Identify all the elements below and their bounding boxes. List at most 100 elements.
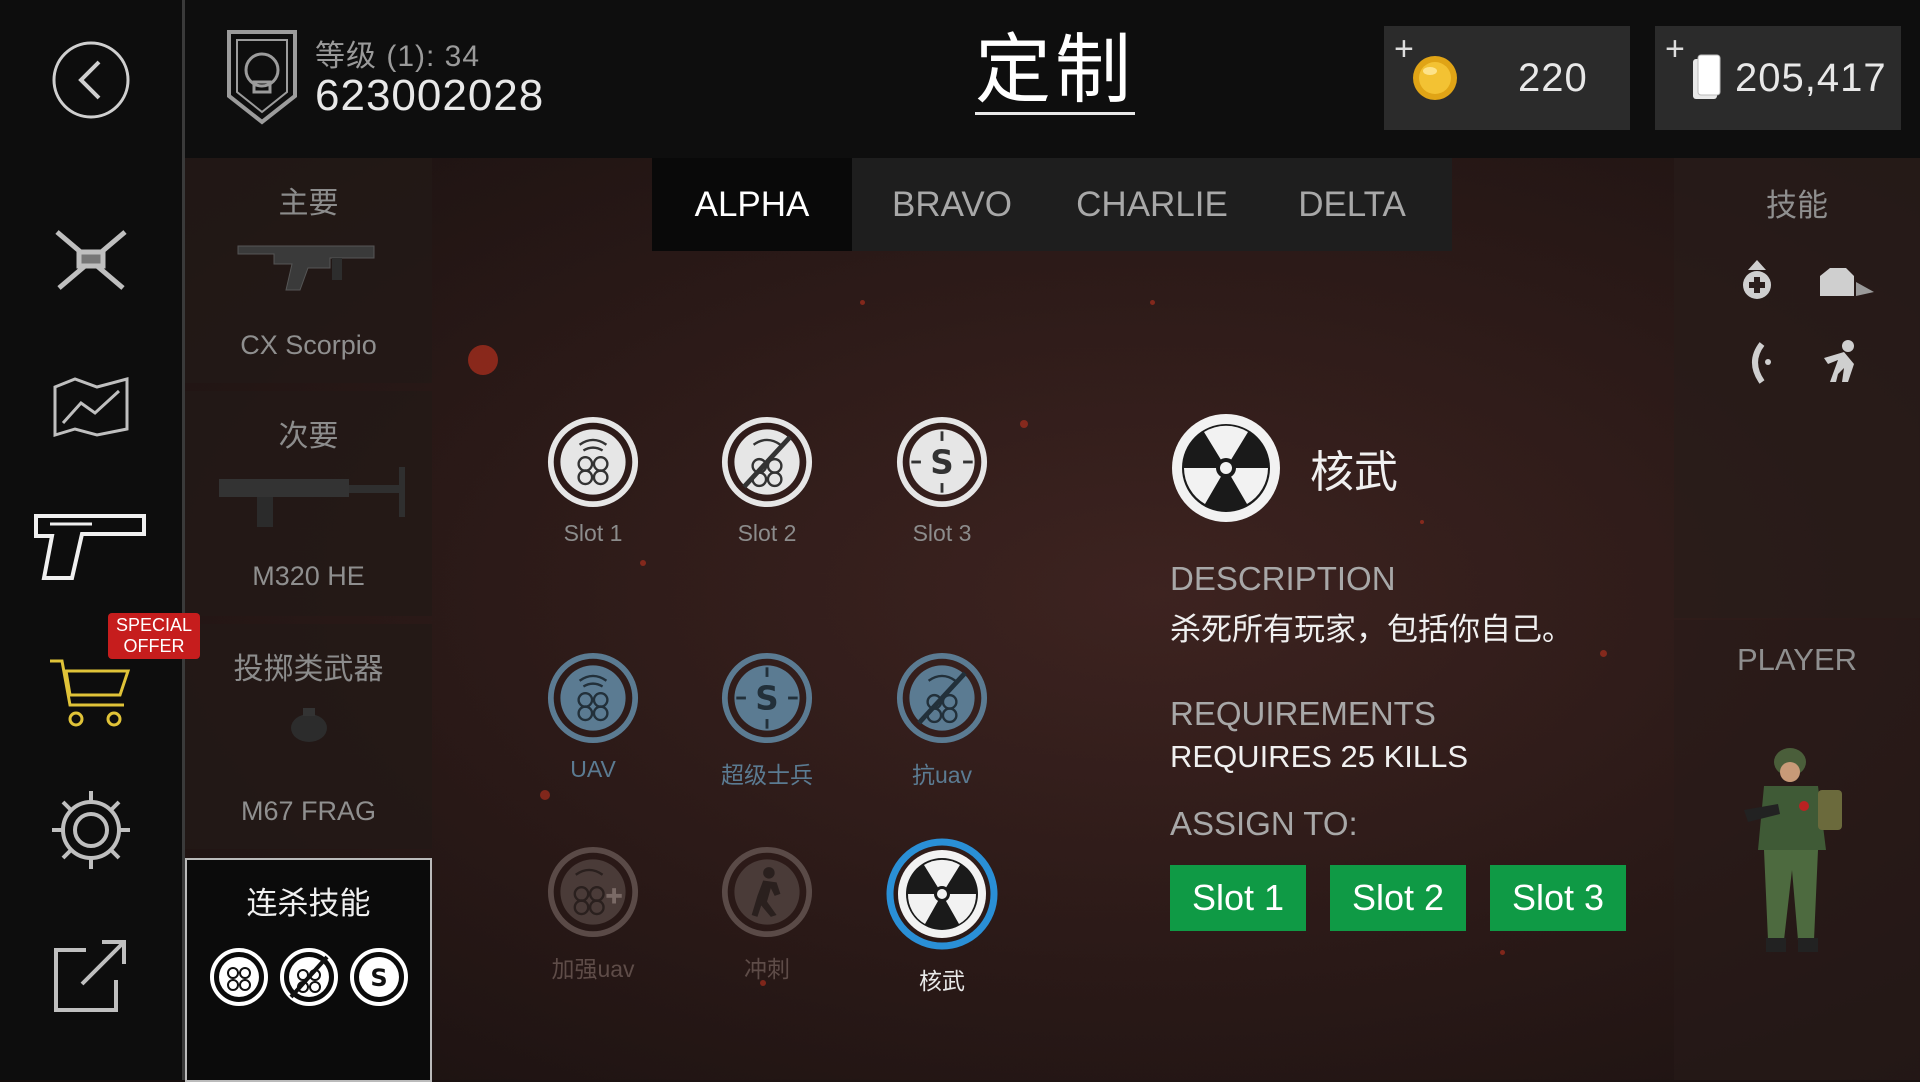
- super-soldier-icon: S: [896, 416, 988, 508]
- skill-armor-icon: [1816, 262, 1876, 303]
- svg-text:S: S: [930, 444, 953, 482]
- equipped-slot-3[interactable]: S Slot 3: [872, 416, 1012, 547]
- card-balance[interactable]: + 205,417: [1655, 26, 1901, 130]
- perk-label: UAV: [570, 756, 616, 782]
- perk-label: 抗uav: [911, 762, 973, 788]
- nav-settings-button[interactable]: [0, 780, 182, 880]
- assign-slot-2-button[interactable]: Slot 2: [1330, 865, 1466, 931]
- perk-label: 加强uav: [551, 956, 635, 982]
- anti-uav-icon: [721, 416, 813, 508]
- assign-heading: ASSIGN TO:: [1170, 805, 1358, 842]
- primary-weapon-slot[interactable]: 主要 CX Scorpio: [185, 158, 432, 383]
- nuke-icon: [1172, 414, 1280, 522]
- page-title: 定制: [975, 25, 1135, 115]
- skills-panel[interactable]: 技能: [1674, 158, 1920, 618]
- back-button[interactable]: [0, 30, 182, 130]
- tab-charlie[interactable]: CHARLIE: [1052, 158, 1252, 251]
- tab-alpha[interactable]: ALPHA: [652, 158, 852, 251]
- perk-label: Slot 2: [737, 520, 797, 546]
- tab-delta[interactable]: DELTA: [1252, 158, 1452, 251]
- nuke-icon: [886, 838, 998, 950]
- back-arrow-icon: [52, 41, 130, 119]
- player-title: PLAYER: [1736, 642, 1858, 677]
- special-offer-badge[interactable]: SPECIAL OFFER: [108, 613, 200, 659]
- card-amount: 205,417: [1735, 55, 1887, 100]
- rank-emblem-icon: [227, 30, 297, 125]
- killstreak-slot[interactable]: 连杀技能 S: [185, 858, 432, 1082]
- slot-category: 连杀技能: [246, 886, 371, 921]
- skill-sound-icon: [1744, 340, 1774, 391]
- add-coins-button[interactable]: +: [1394, 30, 1414, 69]
- top-header: 等级 (1): 34 623002028 定制 + 220 + 205,417: [185, 0, 1920, 158]
- skill-health-icon: [1740, 258, 1774, 307]
- description-heading: DESCRIPTION: [1170, 560, 1396, 597]
- soldier-avatar: [1744, 748, 1842, 952]
- anti-uav-icon: [896, 652, 988, 744]
- add-cards-button[interactable]: +: [1665, 30, 1685, 69]
- svg-text:S: S: [755, 680, 778, 718]
- nav-battle-button[interactable]: [0, 210, 182, 310]
- secondary-weapon-slot[interactable]: 次要 M320 HE: [185, 391, 432, 616]
- coin-balance[interactable]: + 220: [1384, 26, 1630, 130]
- external-link-icon: [54, 940, 126, 1012]
- player-panel[interactable]: PLAYER: [1674, 620, 1920, 1080]
- coin-amount: 220: [1518, 55, 1588, 100]
- assign-slot-3-button[interactable]: Slot 3: [1490, 865, 1626, 931]
- weapon-name: CX Scorpio: [240, 330, 377, 360]
- perk-label: 冲刺: [744, 956, 790, 982]
- map-icon: [53, 377, 129, 437]
- weapon-name: M67 FRAG: [240, 796, 377, 826]
- uav-icon: [547, 652, 639, 744]
- anti-uav-icon: [279, 948, 338, 1006]
- nav-share-button[interactable]: [0, 925, 182, 1025]
- crossed-weapons-icon: [55, 230, 127, 290]
- player-id: 623002028: [315, 71, 545, 120]
- smg-weapon-image: [237, 245, 374, 291]
- svg-text:S: S: [370, 964, 387, 992]
- super-soldier-icon: S: [349, 948, 408, 1006]
- nav-loadout-button[interactable]: [0, 495, 182, 595]
- super-soldier-icon: S: [721, 652, 813, 744]
- left-nav-rail: SPECIAL OFFER: [0, 0, 200, 1080]
- uav-icon: [547, 416, 639, 508]
- player-level: 等级 (1): 34: [315, 40, 481, 73]
- perk-super-soldier[interactable]: S 超级士兵: [697, 652, 837, 790]
- perk-sprint[interactable]: 冲刺: [697, 846, 837, 984]
- nav-map-button[interactable]: [0, 355, 182, 455]
- right-column: 技能 PLAYER: [1674, 158, 1920, 1080]
- pistol-icon: [34, 514, 146, 580]
- grenade-launcher-image: [218, 467, 405, 527]
- slot-category: 主要: [278, 187, 339, 220]
- slot-category: 投掷类武器: [233, 653, 384, 686]
- shopping-cart-icon: [50, 659, 131, 727]
- requirements-text: REQUIRES 25 KILLS: [1170, 739, 1469, 774]
- loadout-tabs: ALPHA BRAVO CHARLIE DELTA: [652, 158, 1452, 251]
- perk-label: Slot 3: [912, 520, 972, 546]
- skills-title: 技能: [1766, 188, 1828, 223]
- advanced-uav-icon: [547, 846, 639, 938]
- perk-advanced-uav[interactable]: 加强uav: [523, 846, 663, 984]
- equipped-slot-1[interactable]: Slot 1: [523, 416, 663, 547]
- detail-header: 核武: [1168, 410, 1398, 526]
- equipped-slot-2[interactable]: Slot 2: [697, 416, 837, 547]
- player-profile[interactable]: 等级 (1): 34 623002028: [223, 26, 544, 126]
- gold-coin-icon: [1413, 56, 1457, 100]
- assign-buttons: Slot 1 Slot 2 Slot 3: [1170, 865, 1630, 931]
- assign-slot-1-button[interactable]: Slot 1: [1170, 865, 1306, 931]
- detail-panel: DESCRIPTION 杀死所有玩家，包括你自己。 REQUIREMENTS R…: [1170, 560, 1630, 931]
- throwable-weapon-slot[interactable]: 投掷类武器 M67 FRAG: [185, 624, 432, 849]
- perk-label: 核武: [919, 968, 965, 994]
- dog-tag-card-icon: [1693, 54, 1721, 99]
- skill-sprint-icon: [1820, 338, 1864, 389]
- weapon-name: M320 HE: [252, 561, 365, 591]
- grenade-image: [290, 708, 327, 742]
- sprint-icon: [721, 846, 813, 938]
- perk-label: 超级士兵: [721, 762, 813, 788]
- perk-uav[interactable]: UAV: [523, 652, 663, 783]
- perk-nuke-selected[interactable]: 核武: [872, 838, 1012, 996]
- perk-anti-uav[interactable]: 抗uav: [872, 652, 1012, 790]
- tab-bravo[interactable]: BRAVO: [852, 158, 1052, 251]
- nav-shop-button[interactable]: [0, 645, 182, 745]
- uav-icon: [209, 948, 268, 1006]
- gear-icon: [52, 791, 130, 869]
